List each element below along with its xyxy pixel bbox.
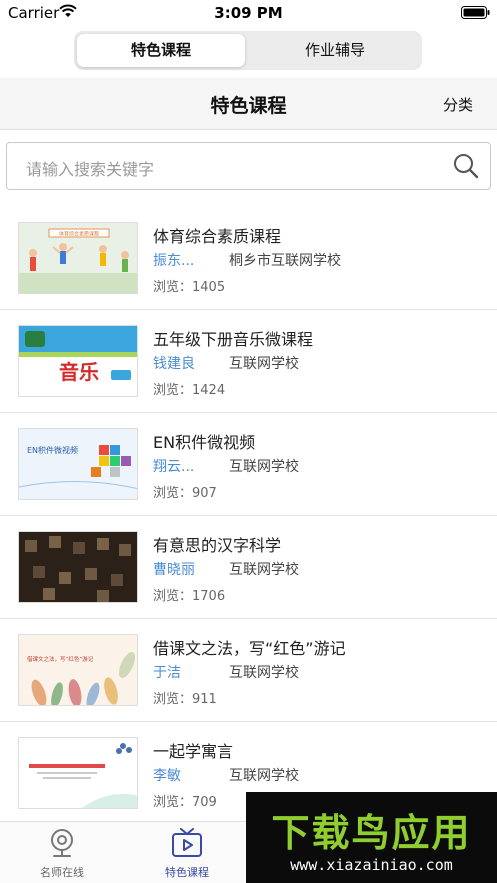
course-title: 体育综合素质课程: [153, 227, 282, 246]
thumb-text: EN积件微视频: [27, 445, 78, 455]
course-thumbnail: [18, 737, 138, 809]
nav-bar: 特色课程 分类: [0, 78, 497, 130]
view-count: 浏览：911: [153, 692, 217, 707]
status-time: 3:09 PM: [214, 4, 283, 22]
teacher-link[interactable]: 李敏: [153, 765, 181, 785]
search-input[interactable]: 请输入搜索关键字: [6, 142, 491, 190]
course-title: 有意思的汉字科学: [153, 536, 282, 555]
school-name: 互联网学校: [229, 356, 299, 372]
list-item[interactable]: 体育综合素质课程 体育综合素质课程 振东... 桐乡市互联网学校 浏览：1405: [0, 207, 497, 310]
course-title: 借课文之法，写“红色”游记: [153, 639, 346, 658]
teacher-link[interactable]: 振东...: [153, 250, 194, 270]
view-count: 浏览：1405: [153, 280, 226, 295]
tab-label: 特色课程: [165, 866, 209, 879]
view-count: 浏览：709: [153, 795, 217, 810]
school-name: 互联网学校: [229, 768, 299, 784]
teacher-link[interactable]: 曹晓丽: [153, 559, 195, 579]
school-name: 互联网学校: [229, 459, 299, 475]
course-title: 一起学寓言: [153, 742, 234, 761]
course-thumbnail: 体育综合素质课程: [18, 222, 138, 294]
segment-homework-help[interactable]: 作业辅导: [251, 34, 419, 67]
tab-label: 名师在线: [40, 866, 84, 879]
list-item[interactable]: EN积件微视频 EN积件微视频 翔云... 互联网学校 浏览：907: [0, 413, 497, 516]
search-placeholder: 请输入搜索关键字: [26, 160, 155, 179]
teacher-link[interactable]: 翔云...: [153, 456, 194, 476]
tab-teachers-online[interactable]: 名师在线: [17, 828, 107, 880]
page-title: 特色课程: [210, 95, 287, 117]
list-item[interactable]: 有意思的汉字科学 曹晓丽 互联网学校 浏览：1706: [0, 516, 497, 619]
course-thumbnail: EN积件微视频: [18, 428, 138, 500]
school-name: 互联网学校: [229, 665, 299, 681]
tab-featured-courses[interactable]: 特色课程: [142, 828, 232, 880]
watermark: 下载鸟应用 www.xiazainiao.com: [246, 792, 497, 883]
status-bar: Carrier 3:09 PM: [0, 0, 497, 26]
teacher-link[interactable]: 钱建良: [153, 353, 195, 373]
course-title: EN积件微视频: [153, 433, 256, 452]
school-name: 互联网学校: [229, 562, 299, 578]
watermark-url: www.xiazainiao.com: [290, 856, 453, 874]
battery-icon: [461, 6, 490, 19]
view-count: 浏览：1706: [153, 589, 226, 604]
school-name: 桐乡市互联网学校: [229, 253, 341, 269]
course-thumbnail: [18, 531, 138, 603]
list-item[interactable]: 借课文之法，写“红色”游记 借课文之法，写“红色”游记 于洁 互联网学校 浏览：…: [0, 619, 497, 722]
webcam-icon: [51, 829, 73, 857]
tv-play-icon: [172, 828, 202, 857]
search-icon[interactable]: [452, 152, 480, 180]
segmented-control: 特色课程 作业辅导: [74, 31, 422, 70]
course-list: 体育综合素质课程 体育综合素质课程 振东... 桐乡市互联网学校 浏览：1405…: [0, 207, 497, 825]
course-title: 五年级下册音乐微课程: [153, 330, 314, 349]
teacher-link[interactable]: 于洁: [153, 662, 181, 682]
thumb-text: 体育综合素质课程: [59, 231, 99, 238]
watermark-title: 下载鸟应用: [271, 811, 472, 855]
course-thumbnail: 借课文之法，写“红色”游记: [18, 634, 138, 706]
thumb-text: 音乐: [59, 360, 99, 384]
thumb-text: 借课文之法，写“红色”游记: [27, 655, 94, 663]
course-thumbnail: 音乐: [18, 325, 138, 397]
view-count: 浏览：1424: [153, 383, 226, 398]
category-button[interactable]: 分类: [443, 94, 473, 115]
view-count: 浏览：907: [153, 486, 217, 501]
list-item[interactable]: 音乐 五年级下册音乐微课程 钱建良 互联网学校 浏览：1424: [0, 310, 497, 413]
segment-featured-courses[interactable]: 特色课程: [77, 34, 245, 67]
